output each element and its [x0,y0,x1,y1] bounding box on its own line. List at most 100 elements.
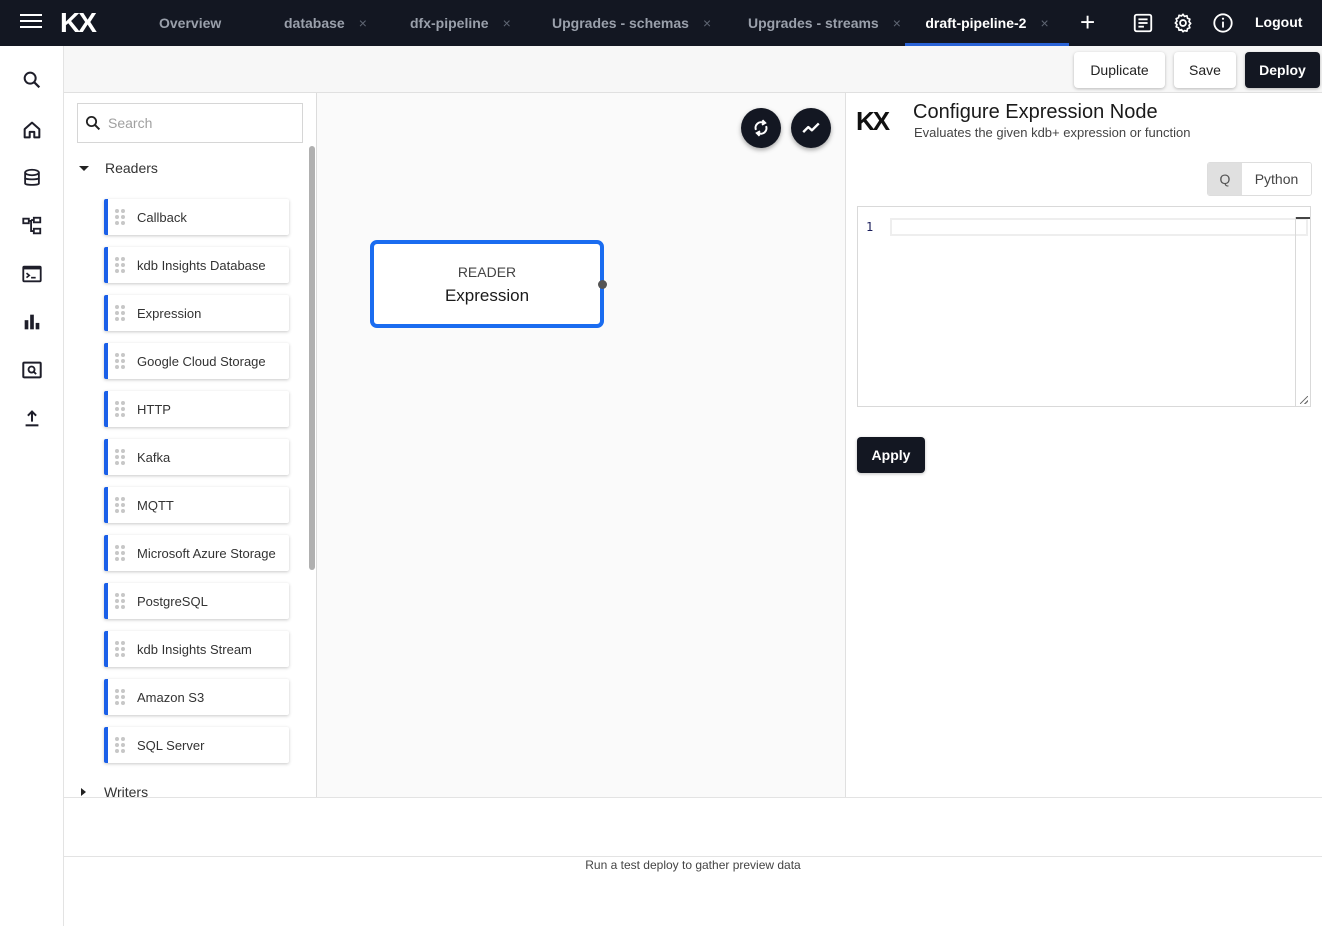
query-icon[interactable] [21,359,43,381]
resize-handle[interactable] [1300,396,1308,404]
add-tab-button[interactable]: + [1080,9,1095,35]
palette-scrollbar[interactable] [309,146,315,570]
kx-logo: KX [856,106,890,136]
apply-button[interactable]: Apply [857,437,925,473]
close-icon[interactable]: × [503,15,511,31]
menu-icon[interactable] [20,14,42,32]
caret-down-icon [79,165,89,171]
palette-node-item[interactable]: Microsoft Azure Storage [104,535,289,571]
tab-label: dfx-pipeline [410,15,489,31]
palette-node-item[interactable]: Callback [104,199,289,235]
config-title: Configure Expression Node [913,101,1158,123]
info-icon[interactable] [1212,12,1234,34]
drag-handle-icon[interactable] [115,353,125,369]
caret-right-icon [81,788,86,796]
close-icon[interactable]: × [1040,15,1048,31]
node-item-label: kdb Insights Database [137,257,266,273]
tab-upgrades-schemas[interactable]: Upgrades - schemas × [552,0,711,46]
palette-node-item[interactable]: SQL Server [104,727,289,763]
group-label: Readers [105,160,158,176]
top-navigation-bar: KX Overview database × dfx-pipeline × Up… [0,0,1322,46]
drag-handle-icon[interactable] [115,689,125,705]
database-icon[interactable] [21,167,43,189]
left-navigation-rail [0,46,64,926]
drag-handle-icon[interactable] [115,209,125,225]
language-q-option[interactable]: Q [1208,163,1242,195]
editor-scrollbar[interactable] [1295,217,1310,407]
palette-node-item[interactable]: PostgreSQL [104,583,289,619]
preview-divider [64,856,1322,857]
logout-button[interactable]: Logout [1255,14,1302,30]
close-icon[interactable]: × [893,15,901,31]
refresh-button[interactable] [741,108,781,148]
close-icon[interactable]: × [703,15,711,31]
pipeline-node-expression[interactable]: READER Expression [370,240,607,328]
palette-node-item[interactable]: MQTT [104,487,289,523]
drag-handle-icon[interactable] [115,497,125,513]
node-search[interactable] [77,103,303,143]
home-icon[interactable] [21,119,43,141]
line-number: 1 [866,220,874,234]
palette-node-item[interactable]: kdb Insights Stream [104,631,289,667]
pipeline-icon[interactable] [21,215,43,237]
config-subtitle: Evaluates the given kdb+ expression or f… [914,125,1191,140]
node-item-label: Kafka [137,449,171,465]
drag-handle-icon[interactable] [115,737,125,753]
trend-button[interactable] [791,108,831,148]
tab-overview[interactable]: Overview [159,0,221,46]
tab-label: Upgrades - schemas [552,15,689,31]
tab-draft-pipeline-2[interactable]: draft-pipeline-2 × [905,0,1069,46]
language-python-option[interactable]: Python [1242,163,1311,195]
duplicate-button[interactable]: Duplicate [1074,52,1165,88]
output-port[interactable] [598,280,607,289]
node-name: Expression [444,286,530,305]
node-item-label: SQL Server [137,737,205,753]
chart-icon[interactable] [21,311,43,333]
node-palette: Readers Callback kdb Insights Database Exp… [64,93,317,797]
terminal-icon[interactable] [21,263,43,285]
node-item-label: Microsoft Azure Storage [137,545,276,561]
palette-node-item[interactable]: kdb Insights Database [104,247,289,283]
gear-icon[interactable] [1172,12,1194,34]
tab-upgrades-streams[interactable]: Upgrades - streams × [748,0,901,46]
palette-node-item[interactable]: Google Cloud Storage [104,343,289,379]
search-icon [85,115,101,131]
node-type: READER [457,264,517,280]
search-input[interactable] [108,115,288,131]
node-config-panel: KX Configure Expression Node Evaluates t… [846,93,1322,797]
group-readers-toggle[interactable]: Readers [78,160,158,176]
drag-handle-icon[interactable] [115,257,125,273]
drag-handle-icon[interactable] [115,545,125,561]
palette-node-item[interactable]: Expression [104,295,289,331]
deploy-button[interactable]: Deploy [1245,52,1320,88]
search-icon[interactable] [21,69,43,91]
tab-label: draft-pipeline-2 [925,15,1027,31]
current-line[interactable] [890,218,1308,236]
tab-label: database [284,15,345,31]
language-toggle: Q Python [1207,162,1312,196]
close-icon[interactable]: × [359,15,367,31]
tab-database[interactable]: database × [284,0,367,46]
kx-logo[interactable]: KX [60,9,97,37]
drag-handle-icon[interactable] [115,641,125,657]
palette-node-item[interactable]: HTTP [104,391,289,427]
palette-node-item[interactable]: Amazon S3 [104,679,289,715]
preview-empty-message: Run a test deploy to gather preview data [585,858,801,872]
save-button[interactable]: Save [1174,52,1236,88]
node-item-label: Expression [137,305,202,321]
node-item-label: MQTT [137,497,174,513]
node-item-label: Callback [137,209,187,225]
drag-handle-icon[interactable] [115,401,125,417]
code-editor[interactable]: 1 [857,206,1311,407]
data-preview-panel: Run a test deploy to gather preview data [64,797,1322,926]
document-icon[interactable] [1132,12,1154,34]
drag-handle-icon[interactable] [115,593,125,609]
drag-handle-icon[interactable] [115,305,125,321]
pipeline-canvas[interactable]: READER Expression [317,93,846,797]
tab-dfx-pipeline[interactable]: dfx-pipeline × [410,0,511,46]
tab-label: Overview [159,15,222,31]
upload-icon[interactable] [21,407,43,429]
palette-node-item[interactable]: Kafka [104,439,289,475]
drag-handle-icon[interactable] [115,449,125,465]
group-writers-toggle[interactable]: Writers [78,784,148,797]
